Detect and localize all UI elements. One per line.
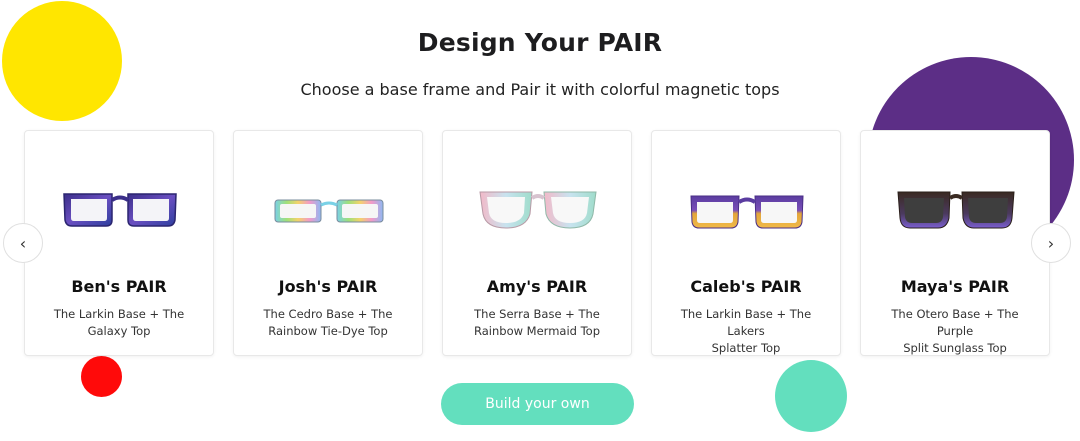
- chevron-left-icon: ‹: [19, 233, 27, 253]
- glasses-image-ben: [63, 193, 177, 227]
- card-name: Ben's PAIR: [71, 277, 167, 296]
- card-description: The Cedro Base + The Rainbow Tie-Dye Top: [252, 306, 404, 340]
- section-title: Design Your PAIR: [417, 28, 663, 57]
- product-card-maya[interactable]: Maya's PAIR The Otero Base + The Purple …: [860, 130, 1050, 356]
- product-card-amy[interactable]: Amy's PAIR The Serra Base + The Rainbow …: [442, 130, 632, 356]
- card-description-line: The Larkin Base + The: [53, 307, 185, 321]
- card-name: Josh's PAIR: [278, 277, 378, 296]
- card-description: The Serra Base + The Rainbow Mermaid Top: [461, 306, 613, 340]
- card-description: The Larkin Base + The Galaxy Top: [43, 306, 195, 340]
- carousel-prev-button[interactable]: ‹: [3, 223, 43, 263]
- sunglasses-image-maya: [897, 191, 1015, 229]
- card-description-line: Rainbow Tie-Dye Top: [268, 324, 388, 338]
- card-name: Caleb's PAIR: [690, 277, 802, 296]
- card-description-line: The Larkin Base + The Lakers: [680, 307, 812, 338]
- card-description-line: The Cedro Base + The: [263, 307, 393, 321]
- product-card-ben[interactable]: Ben's PAIR The Larkin Base + The Galaxy …: [24, 130, 214, 356]
- chevron-right-icon: ›: [1047, 233, 1055, 253]
- card-description-line: Galaxy Top: [87, 324, 151, 338]
- glasses-image-amy: [479, 191, 597, 229]
- decorative-yellow-circle: [2, 1, 122, 121]
- card-description-line: The Otero Base + The Purple: [891, 307, 1019, 338]
- carousel-next-button[interactable]: ›: [1031, 223, 1071, 263]
- decorative-red-circle: [81, 356, 122, 397]
- build-your-own-button[interactable]: Build your own: [441, 383, 634, 425]
- card-description-line: Splatter Top: [711, 341, 781, 355]
- card-description-line: The Serra Base + The: [474, 307, 600, 321]
- card-name: Amy's PAIR: [486, 277, 588, 296]
- card-description-line: Split Sunglass Top: [903, 341, 1007, 355]
- card-name: Maya's PAIR: [900, 277, 1010, 296]
- decorative-mint-circle: [775, 360, 847, 432]
- glasses-image-caleb: [690, 195, 804, 229]
- card-description: The Larkin Base + The Lakers Splatter To…: [670, 306, 822, 357]
- glasses-image-josh: [274, 199, 384, 223]
- card-description: The Otero Base + The Purple Split Sungla…: [879, 306, 1031, 357]
- product-card-josh[interactable]: Josh's PAIR The Cedro Base + The Rainbow…: [233, 130, 423, 356]
- card-description-line: Rainbow Mermaid Top: [474, 324, 600, 338]
- section-subtitle: Choose a base frame and Pair it with col…: [300, 80, 780, 99]
- product-card-caleb[interactable]: Caleb's PAIR The Larkin Base + The Laker…: [651, 130, 841, 356]
